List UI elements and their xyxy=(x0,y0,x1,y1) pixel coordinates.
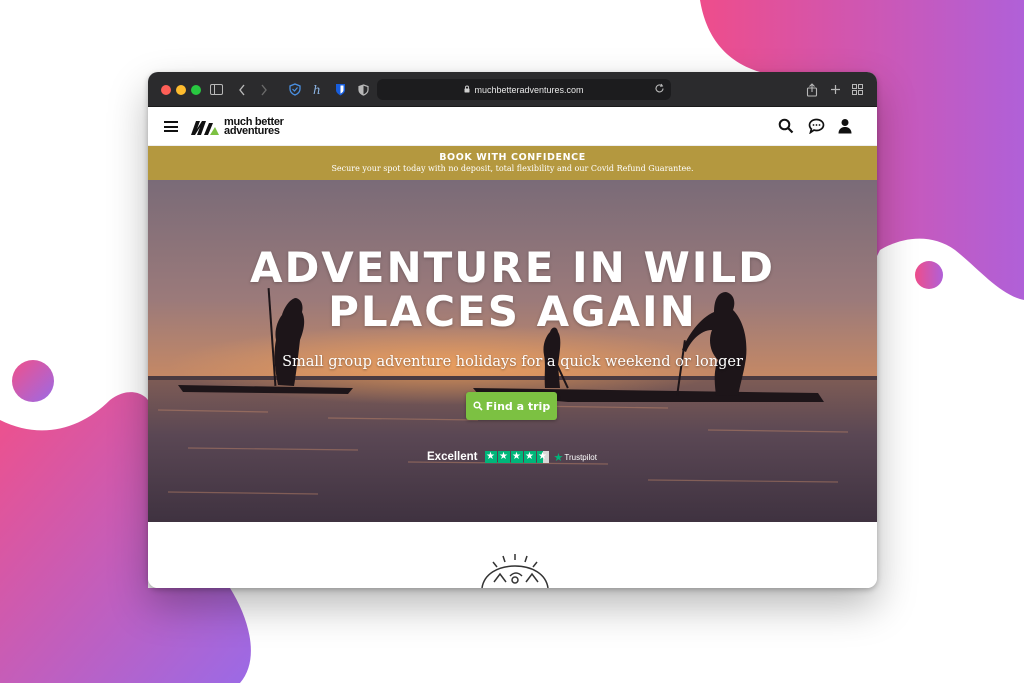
trustpilot-star-icon: ★ xyxy=(553,451,564,464)
trustpilot-widget[interactable]: Excellent ★ ★ ★ ★ ★ ★ Trustpilot xyxy=(427,448,597,466)
hero-title: ADVENTURE IN WILD PLACES AGAIN xyxy=(148,246,877,334)
logo-mark-icon xyxy=(191,121,219,135)
forward-icon[interactable] xyxy=(258,81,270,98)
right-dot xyxy=(915,261,943,289)
shield-extension-icon[interactable] xyxy=(288,81,302,98)
svg-text:h: h xyxy=(313,83,321,96)
trust-rating: Excellent xyxy=(427,451,478,463)
honey-extension-icon[interactable]: h xyxy=(311,81,323,98)
account-icon[interactable] xyxy=(837,118,854,135)
site-header: much better adventures xyxy=(148,107,877,146)
content-section xyxy=(148,522,877,588)
browser-toolbar: h muchbetteradventures.com xyxy=(148,72,877,107)
star-icon: ★ xyxy=(536,451,549,463)
minimize-window-button[interactable] xyxy=(176,85,186,95)
site-logo[interactable]: much better adventures xyxy=(190,115,284,139)
hero-section: ADVENTURE IN WILD PLACES AGAIN Small gro… xyxy=(148,180,877,522)
sidebar-icon[interactable] xyxy=(209,81,223,98)
star-icon: ★ xyxy=(484,451,497,463)
back-icon[interactable] xyxy=(236,81,248,98)
logo-line-2: adventures xyxy=(224,125,280,137)
browser-window: h muchbetteradventures.com much better a… xyxy=(148,72,877,588)
globe-illustration-icon xyxy=(481,554,549,588)
hero-title-line-1: ADVENTURE IN WILD xyxy=(249,243,776,292)
find-a-trip-label: Find a trip xyxy=(485,399,551,413)
bitwarden-icon[interactable] xyxy=(334,81,347,98)
star-icon: ★ xyxy=(510,451,523,463)
booking-banner[interactable]: BOOK WITH CONFIDENCE Secure your spot to… xyxy=(148,146,877,180)
hero-subtitle: Small group adventure holidays for a qui… xyxy=(282,354,743,370)
tab-overview-icon[interactable] xyxy=(851,81,864,98)
close-window-button[interactable] xyxy=(161,85,171,95)
reload-icon[interactable] xyxy=(654,83,665,96)
privacy-shield-icon[interactable] xyxy=(357,81,369,98)
star-icon: ★ xyxy=(523,451,536,463)
trustpilot-label: Trustpilot xyxy=(564,452,597,462)
zoom-window-button[interactable] xyxy=(191,85,201,95)
left-dot xyxy=(12,360,54,402)
new-tab-icon[interactable] xyxy=(829,81,842,98)
search-icon[interactable] xyxy=(778,118,795,135)
menu-icon[interactable] xyxy=(164,121,178,132)
share-icon[interactable] xyxy=(805,81,819,98)
hero-title-line-2: PLACES AGAIN xyxy=(328,287,697,336)
hero-background-image xyxy=(148,180,877,522)
chat-icon[interactable] xyxy=(808,118,825,135)
trust-stars: ★ ★ ★ ★ ★ xyxy=(484,451,550,463)
logo-text: much better adventures xyxy=(224,117,284,137)
star-icon: ★ xyxy=(497,451,510,463)
find-a-trip-button[interactable]: Find a trip xyxy=(466,392,557,420)
address-bar[interactable]: muchbetteradventures.com xyxy=(377,79,671,100)
banner-title: BOOK WITH CONFIDENCE xyxy=(439,152,586,163)
address-bar-url: muchbetteradventures.com xyxy=(474,84,584,95)
banner-subtitle: Secure your spot today with no deposit, … xyxy=(331,164,694,173)
trustpilot-logo: ★ Trustpilot xyxy=(554,451,597,464)
search-icon xyxy=(473,401,483,411)
lock-icon xyxy=(464,85,470,95)
